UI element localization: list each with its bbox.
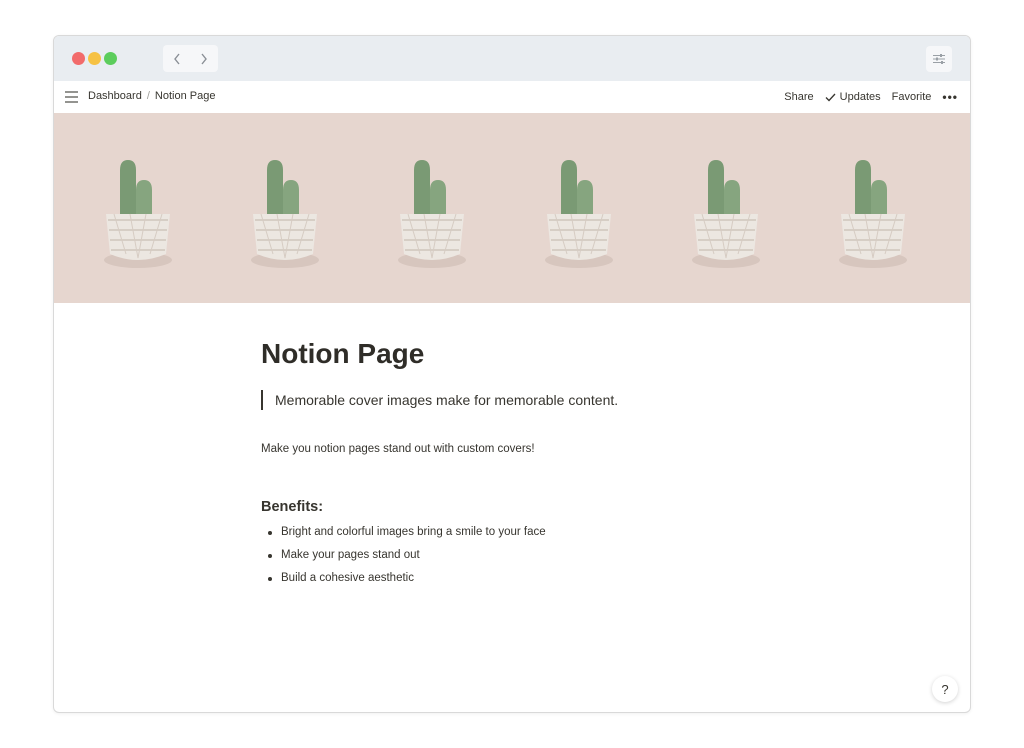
- breadcrumb-item-dashboard[interactable]: Dashboard: [88, 90, 142, 102]
- cactus-pot-illustration: [104, 160, 172, 268]
- cactus-pot-illustration: [839, 160, 907, 268]
- chevron-left-icon: [173, 53, 180, 64]
- menu-icon[interactable]: [65, 91, 78, 103]
- cactus-pot-illustration: [398, 160, 466, 268]
- close-window-button[interactable]: [72, 52, 85, 65]
- paragraph-block[interactable]: Make you notion pages stand out with cus…: [261, 441, 781, 457]
- favorite-button[interactable]: Favorite: [892, 91, 932, 103]
- cover-image[interactable]: [54, 113, 970, 303]
- cactus-pot-illustration: [692, 160, 760, 268]
- benefits-list: Bright and colorful images bring a smile…: [261, 521, 781, 590]
- breadcrumb-item-notion-page[interactable]: Notion Page: [155, 90, 216, 102]
- page-title[interactable]: Notion Page: [261, 336, 781, 372]
- sliders-icon: [933, 54, 945, 64]
- more-options-button[interactable]: •••: [942, 90, 958, 104]
- page-top-bar: Dashboard / Notion Page Share Updates Fa…: [54, 81, 970, 113]
- page-actions: Share Updates Favorite •••: [773, 90, 958, 104]
- quote-block[interactable]: Memorable cover images make for memorabl…: [261, 390, 781, 410]
- zoom-window-button[interactable]: [104, 52, 117, 65]
- cactus-pot-illustration: [545, 160, 613, 268]
- back-button[interactable]: [163, 45, 190, 72]
- updates-button[interactable]: Updates: [825, 91, 881, 103]
- breadcrumb: Dashboard / Notion Page: [88, 90, 215, 102]
- cactus-pot-illustration: [251, 160, 319, 268]
- chevron-right-icon: [200, 53, 207, 64]
- minimize-window-button[interactable]: [88, 52, 101, 65]
- page-content: Notion Page Memorable cover images make …: [261, 336, 781, 590]
- benefits-heading[interactable]: Benefits:: [261, 498, 781, 516]
- title-bar: [54, 36, 970, 81]
- updates-label: Updates: [839, 91, 881, 103]
- help-button[interactable]: ?: [932, 676, 958, 702]
- list-item[interactable]: Build a cohesive aesthetic: [261, 567, 781, 590]
- browser-window: Dashboard / Notion Page Share Updates Fa…: [53, 35, 971, 713]
- list-item[interactable]: Make your pages stand out: [261, 544, 781, 567]
- share-button[interactable]: Share: [784, 91, 813, 103]
- navigation-buttons: [163, 45, 218, 72]
- list-item[interactable]: Bright and colorful images bring a smile…: [261, 521, 781, 544]
- forward-button[interactable]: [190, 45, 217, 72]
- settings-button[interactable]: [926, 46, 952, 72]
- breadcrumb-separator: /: [146, 90, 150, 102]
- checkmark-icon: [825, 93, 836, 101]
